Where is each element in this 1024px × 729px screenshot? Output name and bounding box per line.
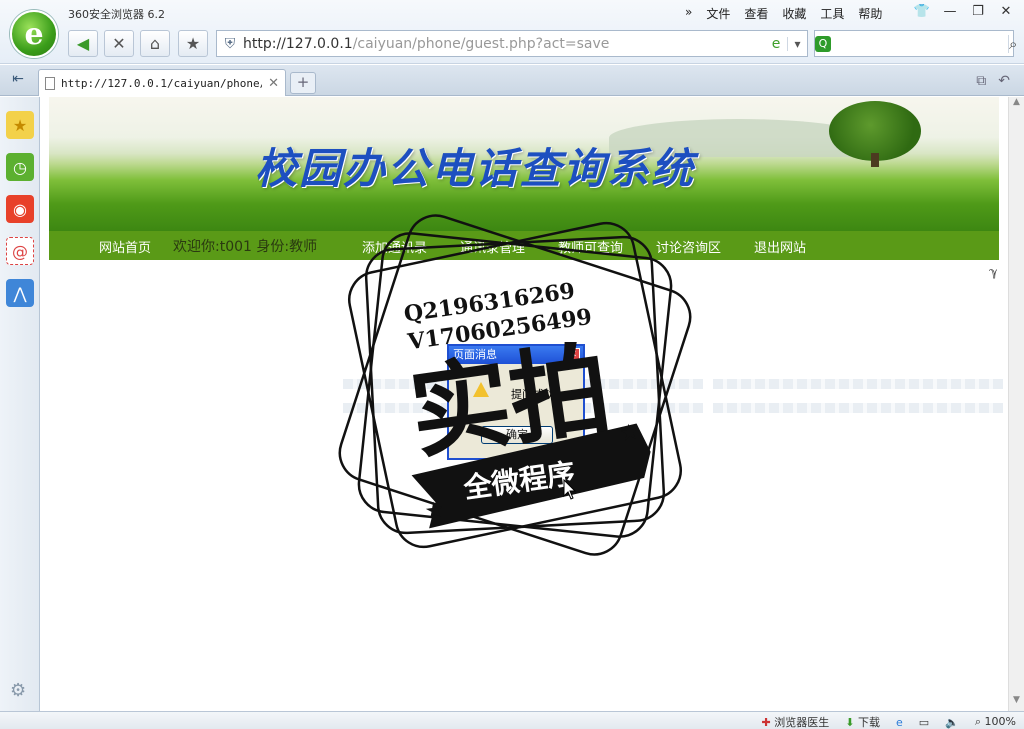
nav-home-link[interactable]: 网站首页: [99, 237, 151, 256]
ie-mode-icon[interactable]: e: [765, 36, 787, 52]
doctor-label: 浏览器医生: [774, 716, 830, 729]
dialog-message: 提问成功: [511, 388, 555, 401]
banner-tree-trunk: [871, 153, 879, 167]
window-controls: 👕 — ❐ ✕: [910, 3, 1018, 20]
url-path: /caiyuan/phone/guest.php?act=save: [352, 35, 610, 52]
dialog-title: 页面消息: [449, 346, 583, 364]
search-box: Q ⌕: [814, 30, 1017, 57]
download-icon: ⬇: [845, 716, 855, 729]
site-banner: 校园办公电话查询系统: [49, 97, 999, 231]
stop-x-icon: ✕: [112, 34, 126, 53]
doctor-icon: ✚: [761, 716, 771, 729]
menu-help[interactable]: 帮助: [851, 4, 889, 23]
faded-content-row: [713, 379, 1003, 389]
mail-icon[interactable]: @: [6, 237, 34, 265]
mouse-cursor-icon: [563, 479, 577, 500]
warning-icon: [473, 382, 489, 397]
dialog-close-button[interactable]: ✕: [566, 348, 580, 362]
vertical-scrollbar[interactable]: ▲ ▼: [1008, 97, 1024, 711]
banner-tree: [829, 101, 921, 161]
menu-file[interactable]: 文件: [699, 4, 737, 23]
search-engine-icon: Q: [815, 35, 831, 52]
download-label: 下载: [857, 716, 880, 729]
search-button[interactable]: ⌕: [1008, 34, 1017, 53]
menu-favorites[interactable]: 收藏: [775, 4, 813, 23]
zoom-icon: ⌕: [974, 715, 982, 728]
url-host: http://127.0.0.1: [243, 35, 353, 52]
new-tab-button[interactable]: +: [290, 72, 316, 94]
nav-logout-link[interactable]: 退出网站: [754, 237, 806, 256]
skin-icon[interactable]: 👕: [910, 3, 934, 20]
menu-bar: » 文件 查看 收藏 工具 帮助: [678, 4, 889, 23]
back-button[interactable]: ◀: [68, 30, 98, 57]
shield-icon: ⛨: [224, 35, 236, 52]
status-items: ✚ 浏览器医生 ⬇ 下载 e ▭ 🔈 ⌕ 100%: [762, 714, 1016, 729]
sound-icon[interactable]: 🔈: [945, 716, 959, 729]
page-corner-mark: ℽ: [989, 265, 998, 279]
back-arrow-icon: ◀: [76, 34, 90, 53]
tab-label: http://127.0.0.1/caiyuan/phone/gu: [61, 76, 263, 90]
minimize-button[interactable]: —: [938, 3, 962, 20]
app-title: 360安全浏览器 6.2: [68, 8, 165, 21]
address-bar[interactable]: ⛨ http://127.0.0.1/caiyuan/phone/guest.p…: [216, 30, 808, 57]
app-icon[interactable]: ⋀: [6, 279, 34, 307]
history-clock-icon[interactable]: ◷: [6, 153, 34, 181]
window-icon[interactable]: ▭: [919, 716, 929, 729]
browser-titlebar: e 360安全浏览器 6.2 » 文件 查看 收藏 工具 帮助 👕 — ❐ ✕ …: [0, 0, 1024, 64]
dialog-ok-button[interactable]: 确定: [481, 426, 553, 444]
menu-tools[interactable]: 工具: [813, 4, 851, 23]
zoom-control[interactable]: ⌕ 100%: [975, 715, 1016, 729]
alert-dialog: 页面消息 ✕ 提问成功 确定: [447, 344, 585, 460]
scroll-down-icon[interactable]: ▼: [1009, 695, 1024, 711]
left-sidebar: ★ ◷ ◉ @ ⋀ ⚙: [0, 97, 40, 711]
browser-doctor[interactable]: ✚ 浏览器医生: [762, 714, 830, 729]
sidebar-toggle-icon[interactable]: ⇤: [6, 71, 30, 91]
favorites-star-icon[interactable]: ★: [6, 111, 34, 139]
weibo-icon[interactable]: ◉: [6, 195, 34, 223]
download-button[interactable]: ⬇ 下载: [845, 714, 880, 729]
favorite-button[interactable]: ★: [178, 30, 208, 57]
nav-teacher-query-link[interactable]: 教师可查询: [558, 237, 623, 256]
search-input[interactable]: [831, 31, 1008, 56]
tab-strip: ⇤ http://127.0.0.1/caiyuan/phone/gu ✕ + …: [0, 65, 1024, 96]
tab-active[interactable]: http://127.0.0.1/caiyuan/phone/gu ✕: [38, 69, 286, 96]
address-text[interactable]: http://127.0.0.1/caiyuan/phone/guest.php…: [243, 36, 765, 52]
tab-restore-icon[interactable]: ⧉: [976, 73, 986, 89]
ie-icon[interactable]: e: [896, 716, 903, 729]
home-button[interactable]: ⌂: [140, 30, 170, 57]
search-engine-selector[interactable]: Q: [815, 31, 831, 56]
site-navbar: 网站首页 欢迎你:t001 身份:教师 添加通讯录 通讯录管理 教师可查询 讨论…: [49, 231, 999, 260]
tab-tools: ⧉ ↶: [976, 73, 1010, 89]
nav-manage-link[interactable]: 通讯录管理: [460, 237, 525, 256]
scroll-up-icon[interactable]: ▲: [1009, 97, 1024, 113]
nav-discuss-link[interactable]: 讨论咨询区: [656, 237, 721, 256]
stop-button[interactable]: ✕: [104, 30, 134, 57]
page-icon: [45, 76, 55, 90]
site-title: 校园办公电话查询系统: [255, 144, 696, 193]
nav-add-contact-link[interactable]: 添加通讯录: [362, 237, 427, 256]
welcome-text: 欢迎你:t001 身份:教师: [173, 239, 318, 255]
settings-gear-icon[interactable]: ⚙: [10, 680, 26, 701]
faded-content-row: [713, 403, 1003, 413]
restore-button[interactable]: ❐: [966, 3, 990, 20]
menu-view[interactable]: 查看: [737, 4, 775, 23]
browser-logo-icon: e: [10, 10, 58, 58]
address-dropdown-icon[interactable]: ▾: [787, 36, 807, 51]
tab-close-icon[interactable]: ✕: [268, 76, 279, 91]
status-bar: ✚ 浏览器医生 ⬇ 下载 e ▭ 🔈 ⌕ 100%: [0, 711, 1024, 729]
star-icon: ★: [185, 34, 201, 53]
zoom-level: 100%: [984, 715, 1016, 728]
menu-more-icon[interactable]: »: [678, 4, 699, 23]
undo-close-icon[interactable]: ↶: [998, 73, 1010, 89]
home-icon: ⌂: [149, 34, 161, 53]
close-window-button[interactable]: ✕: [994, 3, 1018, 20]
